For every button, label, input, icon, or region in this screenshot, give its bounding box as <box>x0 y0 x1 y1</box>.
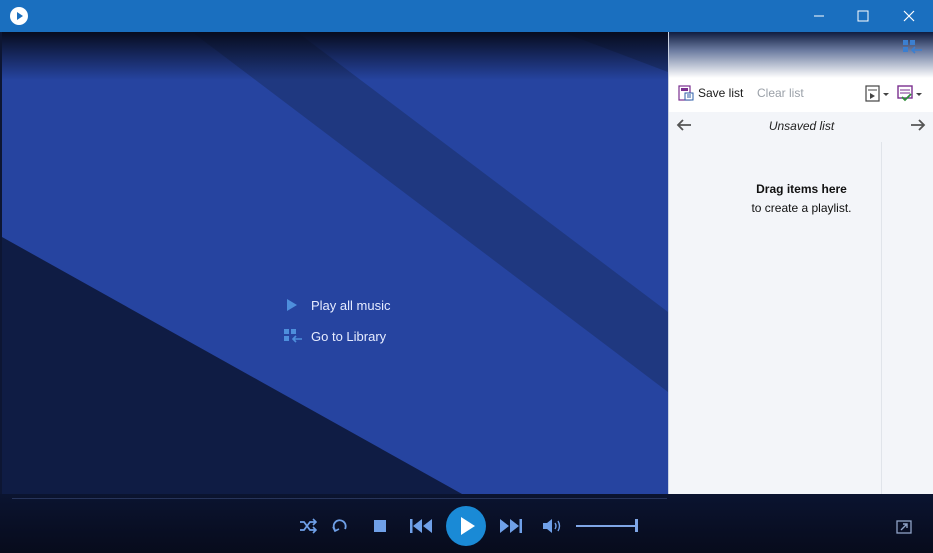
clear-list-button[interactable]: Clear list <box>757 78 804 112</box>
playback-controls <box>0 494 933 553</box>
media-player-icon[interactable] <box>10 7 28 25</box>
maximize-icon <box>857 10 869 22</box>
stop-icon[interactable] <box>374 520 386 532</box>
playlist-options-icon[interactable] <box>865 84 891 104</box>
volume-icon[interactable] <box>542 518 562 534</box>
close-button[interactable] <box>886 0 932 32</box>
play-icon <box>287 299 297 311</box>
playlist-pane: Save list Clear list Unsaved list Drag i… <box>668 32 933 494</box>
save-list-button[interactable]: Save list <box>678 78 743 112</box>
seek-bar[interactable] <box>12 498 667 499</box>
play-all-music-link[interactable]: Play all music <box>280 290 390 321</box>
previous-icon[interactable] <box>410 519 434 533</box>
maximize-button[interactable] <box>840 0 886 32</box>
arrow-left-icon[interactable] <box>675 117 693 133</box>
arrow-right-icon[interactable] <box>909 117 927 133</box>
play-all-music-label: Play all music <box>311 298 391 313</box>
playlist-title: Unsaved list <box>768 119 835 133</box>
volume-slider[interactable] <box>576 525 638 527</box>
volume-slider-thumb[interactable] <box>635 519 638 532</box>
repeat-icon[interactable] <box>331 517 349 535</box>
switch-to-library-icon[interactable] <box>903 40 923 56</box>
top-fade <box>2 32 668 80</box>
save-list-icon <box>678 85 694 101</box>
library-icon <box>284 329 302 343</box>
go-to-library-link[interactable]: Go to Library <box>280 321 390 352</box>
minimize-icon <box>814 15 824 17</box>
title-bar <box>0 0 933 32</box>
close-icon <box>903 10 915 22</box>
switch-to-now-playing-icon[interactable] <box>896 520 912 534</box>
minimize-button[interactable] <box>796 0 842 32</box>
background-art <box>2 32 668 494</box>
playlist-nav: Unsaved list <box>669 112 933 140</box>
play-button[interactable] <box>446 506 486 546</box>
shuffle-icon[interactable] <box>299 518 317 534</box>
list-options-icon[interactable] <box>897 84 925 104</box>
go-to-library-label: Go to Library <box>311 329 387 344</box>
next-icon[interactable] <box>498 519 522 533</box>
now-playing-area: Play all music Go to Library <box>2 32 668 494</box>
empty-playlist-subtext: to create a playlist. <box>751 201 852 215</box>
playlist-toolbar: Save list Clear list <box>669 78 933 112</box>
play-icon <box>461 517 475 535</box>
clear-list-label: Clear list <box>757 86 804 100</box>
empty-playlist-heading: Drag items here <box>756 182 847 196</box>
center-links: Play all music Go to Library <box>280 290 390 352</box>
pane-header <box>669 32 933 78</box>
save-list-label: Save list <box>698 86 744 100</box>
